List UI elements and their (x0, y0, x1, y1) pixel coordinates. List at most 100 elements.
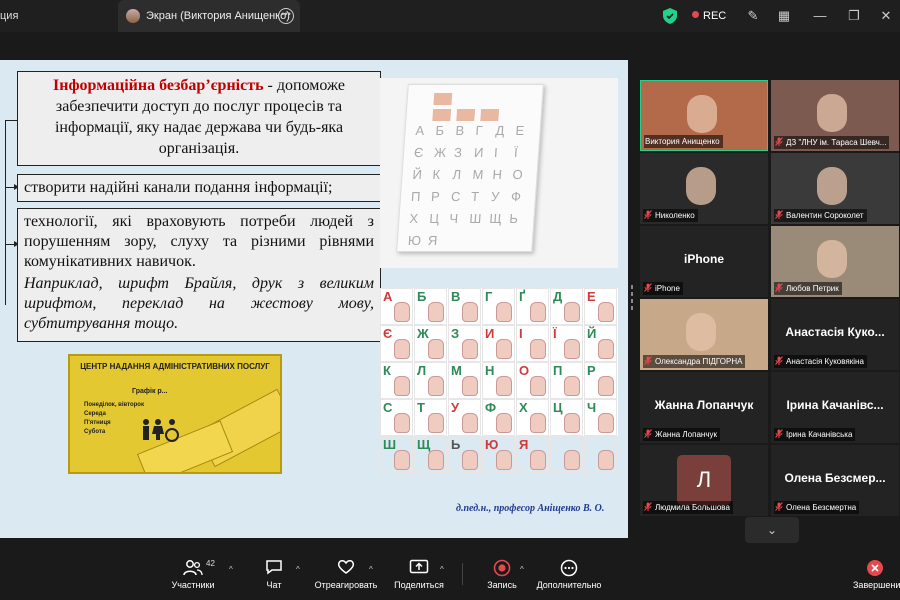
gallery-resize-handle[interactable] (631, 285, 635, 313)
hand-sign-icon (462, 450, 478, 470)
annotate-icon[interactable]: ✎ (745, 8, 761, 24)
hand-sign-icon (462, 413, 478, 433)
sign-alphabet-cell: Е (584, 288, 617, 325)
board-letter: Я (427, 233, 438, 248)
recording-indicator[interactable]: REC (692, 8, 726, 24)
sign-alphabet-cell: Я (516, 436, 549, 473)
participant-tile[interactable]: Николенко (640, 153, 768, 224)
board-letter: П (410, 189, 421, 204)
board-letter: Б (435, 123, 445, 138)
participant-name: Валентин Сороколет (786, 211, 864, 220)
accessibility-icons (143, 419, 179, 442)
share-caret-icon[interactable]: ^ (440, 565, 444, 574)
mic-muted-icon (775, 429, 783, 438)
hand-sign-icon (462, 302, 478, 322)
participant-name: Людмила Большова (655, 503, 730, 512)
participant-tile[interactable]: Виктория Анищенко (640, 80, 768, 151)
hand-sign-icon (496, 413, 512, 433)
end-meeting-button[interactable]: Завершение (853, 559, 900, 590)
share-label: Поделиться (394, 580, 444, 590)
participant-tile[interactable]: Валентин Сороколет (771, 153, 899, 224)
more-button[interactable]: Дополнительно (534, 559, 604, 590)
participant-tile[interactable]: Ірина Качанівс... Ірина Качанівська (771, 372, 899, 443)
braille-board-photo: АБВГДЕ ЄЖЗИІЇ ЙКЛМНО ПРСТУФ ХЦЧШЩЬ ЮЯ (380, 78, 618, 268)
sign-line: Середа (84, 411, 106, 417)
participant-display-name: Олена Безсмер... (784, 471, 886, 485)
hand-sign-icon (394, 413, 410, 433)
record-label: Запись (487, 580, 517, 590)
channels-text: створити надійні канали подання інформац… (24, 179, 333, 196)
chat-button[interactable]: Чат (261, 559, 287, 590)
view-layout-icon[interactable]: ▦ (776, 8, 792, 24)
more-options-icon[interactable]: ••• (278, 8, 294, 24)
shared-screen: Інформаційна безбар’єрність - допоможе з… (0, 60, 628, 538)
record-button[interactable]: Запись (484, 559, 520, 590)
board-letter: Р (430, 189, 441, 204)
participant-tile[interactable]: Олена Безсмер... Олена Безсмертна (771, 445, 899, 516)
participant-tile[interactable]: Олександра ПІДГОРНА (640, 299, 768, 370)
restore-icon[interactable]: ❐ (846, 8, 862, 24)
mic-muted-icon (775, 283, 783, 292)
participant-face (686, 313, 716, 351)
board-letter: Д (495, 123, 505, 138)
participant-tile[interactable]: Жанна Лопанчук Жанна Лопанчук (640, 372, 768, 443)
participant-face (817, 94, 847, 132)
participant-name: Николенко (655, 211, 695, 220)
shield-icon[interactable] (663, 8, 677, 24)
share-button[interactable]: Поделиться (392, 559, 446, 590)
connector-arrow (5, 241, 19, 247)
sign-line: Понеділок, вівторок (84, 402, 144, 408)
react-caret-icon[interactable]: ^ (369, 565, 373, 574)
sign-alphabet-letter: Г (485, 289, 493, 304)
braille-board: АБВГДЕ ЄЖЗИІЇ ЙКЛМНО ПРСТУФ ХЦЧШЩЬ ЮЯ (396, 84, 544, 252)
participant-name-label: ДЗ "ЛНУ ім. Тараса Шевч... (774, 136, 890, 149)
chat-icon (264, 559, 284, 577)
participants-icon (183, 559, 203, 577)
gallery-next-page-button[interactable]: ⌄ (745, 517, 799, 543)
chat-caret-icon[interactable]: ^ (296, 565, 300, 574)
sign-alphabet-cell: Т (414, 399, 447, 436)
board-letter: Ж (433, 145, 447, 160)
connector-arrow (5, 184, 19, 190)
participant-name-label: Николенко (643, 209, 698, 222)
participants-caret-icon[interactable]: ^ (229, 565, 233, 574)
hand-sign-icon (428, 376, 444, 396)
hand-sign-icon (564, 376, 580, 396)
board-letter: Ь (508, 211, 519, 226)
sign-alphabet-letter: В (451, 289, 461, 304)
record-caret-icon[interactable]: ^ (520, 565, 524, 574)
sign-alphabet-letter: У (451, 400, 460, 415)
tab-previous[interactable]: ция (0, 0, 110, 32)
participant-tile[interactable]: Анастасія Куко... Анастасія Куковякіна (771, 299, 899, 370)
participant-name-label: Анастасія Куковякіна (774, 355, 867, 368)
sign-alphabet-cell: Б (414, 288, 447, 325)
hand-sign-icon (428, 450, 444, 470)
minimize-icon[interactable]: — (812, 8, 828, 24)
participant-tile[interactable]: Л Людмила Большова (640, 445, 768, 516)
close-icon[interactable]: ✕ (878, 8, 894, 24)
participants-button[interactable]: 42 Участники (170, 559, 216, 590)
tab-screen-share[interactable]: Экран (Виктория Анищенко) ••• (118, 0, 300, 32)
sign-alphabet-cell (584, 436, 617, 473)
more-label: Дополнительно (536, 580, 602, 590)
react-button[interactable]: Отреагировать (311, 559, 381, 590)
sign-alphabet-cell: Х (516, 399, 549, 436)
sign-line: Субота (84, 429, 106, 435)
participant-name: Жанна Лопанчук (655, 430, 717, 439)
participant-face (686, 167, 716, 205)
board-letter: Є (413, 145, 424, 160)
sign-alphabet-cell: Й (584, 325, 617, 362)
sign-alphabet-cell: Ь (448, 436, 481, 473)
participant-tile[interactable]: Любов Петрик (771, 226, 899, 297)
sign-alphabet-cell: П (550, 362, 583, 399)
sign-line: П'ятниця (84, 420, 111, 426)
sign-alphabet-letter: Є (383, 326, 393, 341)
participant-tile[interactable]: iPhone iPhone (640, 226, 768, 297)
board-letter: Л (452, 167, 462, 182)
participant-display-name: iPhone (683, 252, 724, 266)
participant-tile[interactable]: ДЗ "ЛНУ ім. Тараса Шевч... (771, 80, 899, 151)
sign-alphabet-cell: Ю (482, 436, 515, 473)
end-call-icon (865, 559, 885, 577)
board-letter: О (512, 167, 524, 182)
connector-bracket (5, 120, 17, 305)
